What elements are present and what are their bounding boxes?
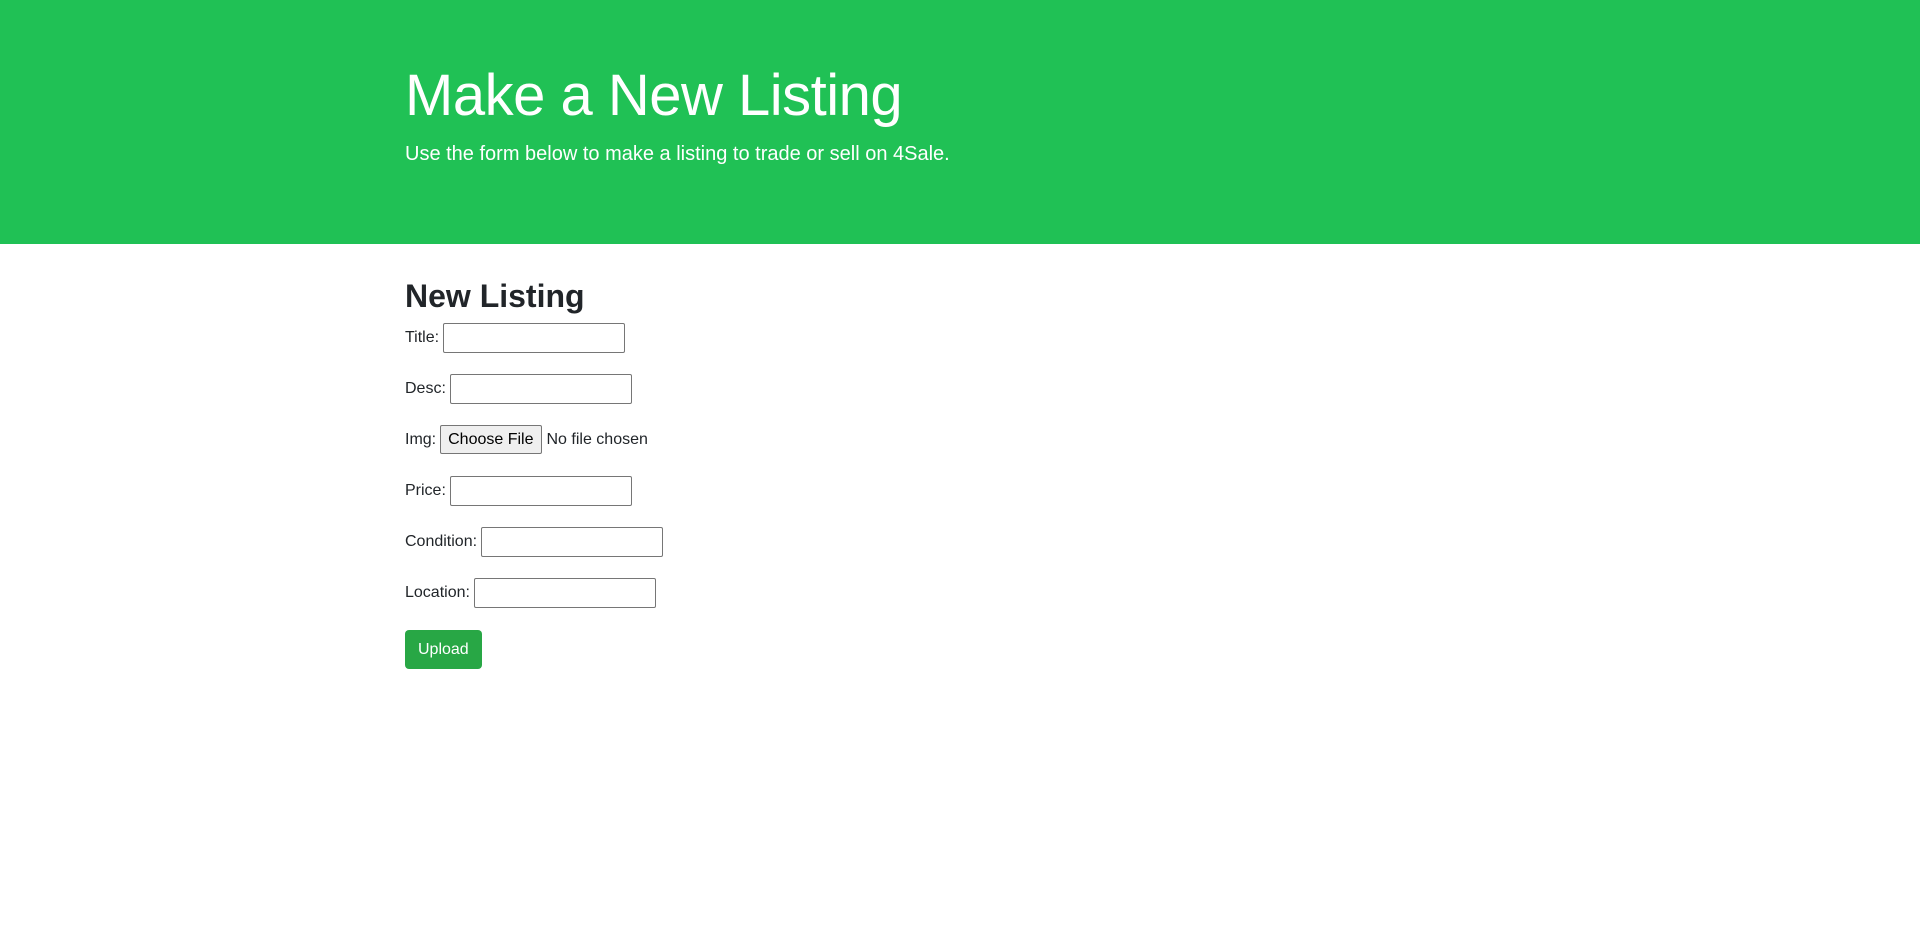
condition-label: Condition: xyxy=(405,532,478,550)
location-input[interactable] xyxy=(473,577,656,608)
header-content: Make a New Listing Use the form below to… xyxy=(405,56,950,168)
img-row: Img: Choose File No file chosen xyxy=(405,424,663,455)
form-heading: New Listing xyxy=(405,278,585,314)
price-label: Price: xyxy=(405,481,446,499)
location-row: Location: xyxy=(405,577,663,608)
choose-file-button[interactable]: Choose File xyxy=(440,425,542,454)
condition-row: Condition: xyxy=(405,526,664,557)
title-label: Title: xyxy=(405,328,440,346)
location-label: Location: xyxy=(405,583,470,601)
page-title: Make a New Listing xyxy=(405,63,903,128)
title-row: Title: xyxy=(405,322,663,353)
price-row: Price: xyxy=(405,475,663,506)
price-input[interactable] xyxy=(449,475,632,506)
new-listing-form: Title: Desc: Img: Choose File No file ch… xyxy=(405,322,664,669)
file-status-text: No file chosen xyxy=(546,430,648,448)
desc-label: Desc: xyxy=(405,379,446,397)
listing-form-container: New Listing Title: Desc: Img: Choose Fil… xyxy=(405,276,664,669)
title-input[interactable] xyxy=(443,322,626,353)
upload-button[interactable]: Upload xyxy=(405,630,482,669)
condition-input[interactable] xyxy=(481,526,664,557)
header-banner: Make a New Listing Use the form below to… xyxy=(0,0,1920,244)
desc-input[interactable] xyxy=(449,373,632,404)
desc-row: Desc: xyxy=(405,373,663,404)
img-label: Img: xyxy=(405,430,437,448)
page-subtitle: Use the form below to make a listing to … xyxy=(405,143,950,165)
